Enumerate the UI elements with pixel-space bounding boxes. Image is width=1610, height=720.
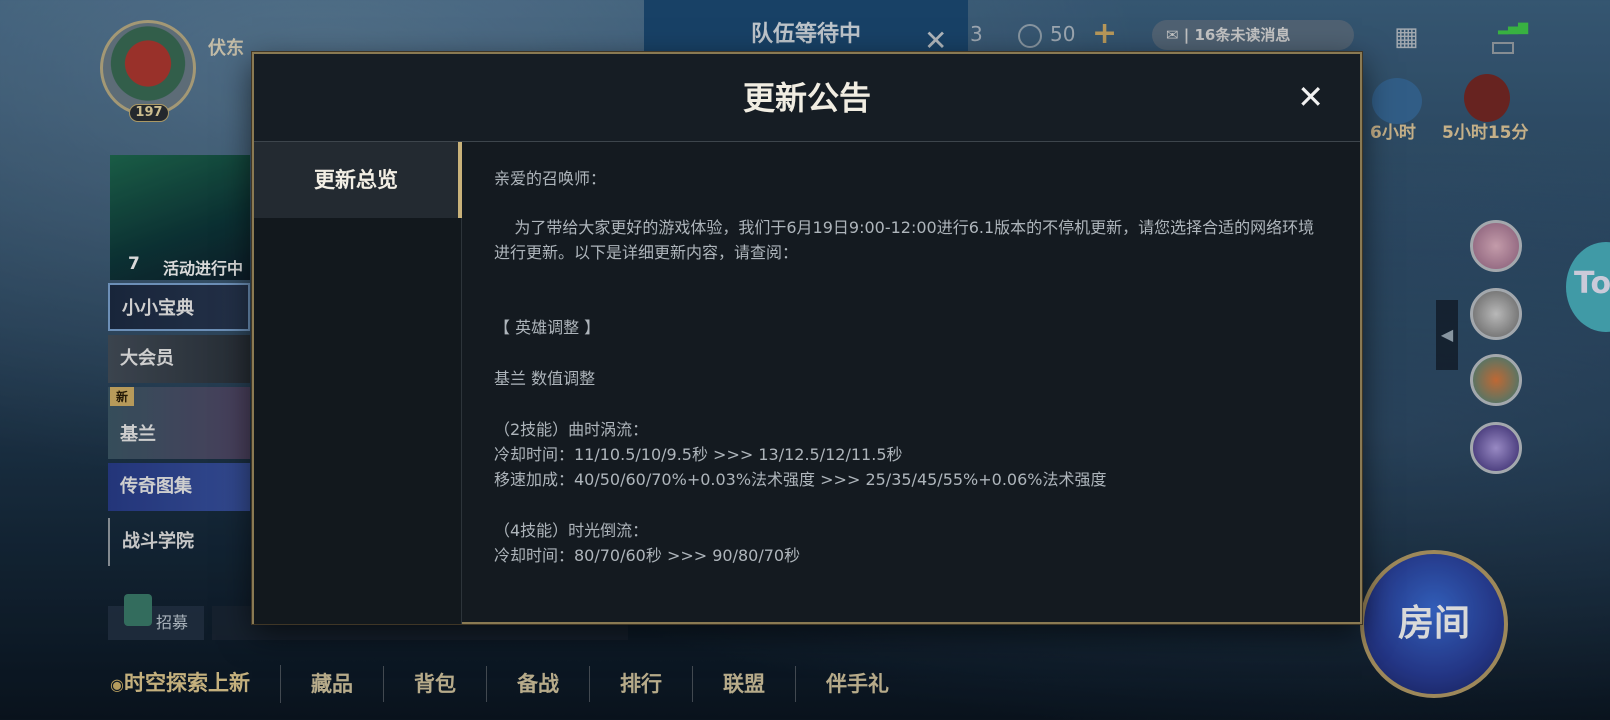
hero-adjust-line: 基兰 数值调整	[494, 369, 596, 388]
section-heading: 【 英雄调整 】	[494, 318, 601, 337]
close-icon[interactable]: ✕	[1297, 78, 1324, 116]
intro-text: 为了带给大家更好的游戏体验，我们于6月19日9:00-12:00进行6.1版本的…	[494, 218, 1315, 262]
dialog-title: 更新公告	[742, 79, 871, 117]
skill4-cooldown: 冷却时间：80/70/60秒 >>> 90/80/70秒	[494, 546, 801, 565]
tab-update-overview[interactable]: 更新总览	[254, 142, 462, 218]
skill2-title: （2技能）曲时涡流：	[494, 420, 649, 439]
skill4-title: （4技能）时光倒流：	[494, 521, 649, 540]
update-announcement-dialog: 更新公告 ✕ 更新总览 亲爱的召唤师： 为了带给大家更好的游戏体验，我们于6月1…	[252, 52, 1362, 624]
dialog-header: 更新公告 ✕	[254, 54, 1360, 142]
skill2-cooldown: 冷却时间：11/10.5/10/9.5秒 >>> 13/12.5/12/11.5…	[494, 445, 903, 464]
skill2-speed: 移速加成：40/50/60/70%+0.03%法术强度 >>> 25/35/45…	[494, 470, 1107, 489]
dialog-tab-list: 更新总览	[254, 142, 462, 624]
greeting-text: 亲爱的召唤师：	[494, 169, 607, 188]
announcement-content[interactable]: 亲爱的召唤师： 为了带给大家更好的游戏体验，我们于6月19日9:00-12:00…	[462, 142, 1360, 624]
